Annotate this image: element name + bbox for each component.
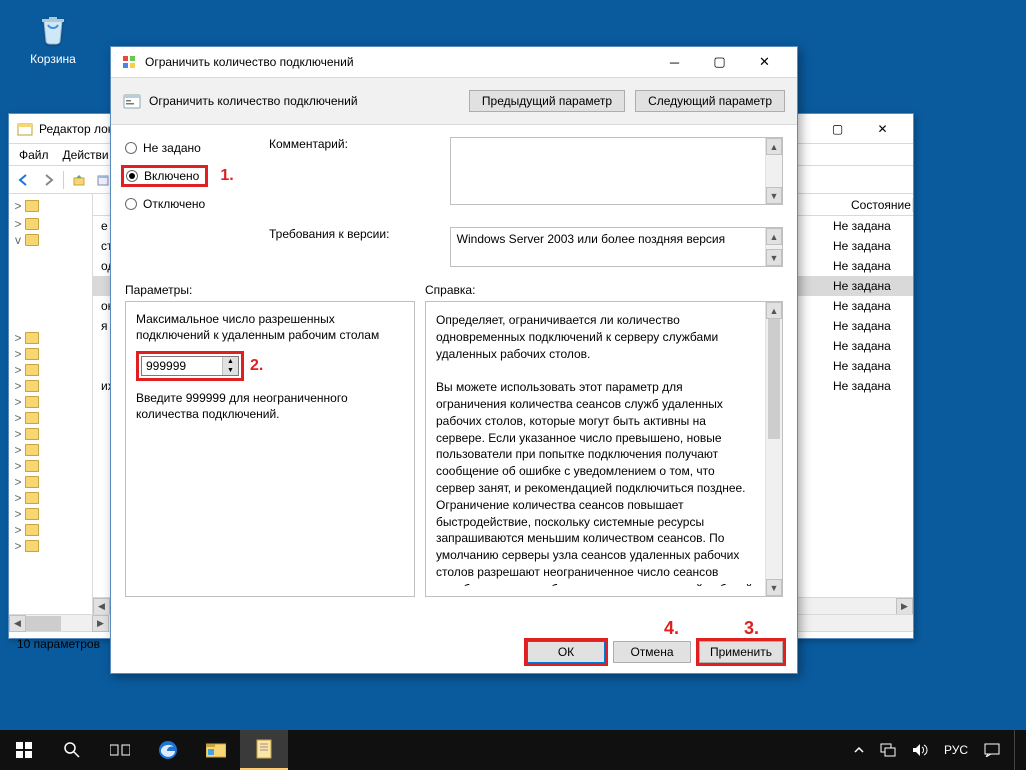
help-label: Справка:: [425, 283, 475, 297]
param-caption: Максимальное число разрешенных подключен…: [136, 312, 404, 343]
tree-scroll-right-button[interactable]: ▶: [92, 615, 109, 632]
tray-network-icon[interactable]: [872, 743, 904, 757]
taskbar-gpedit-icon[interactable]: [240, 730, 288, 770]
radio-disabled-label: Отключено: [143, 197, 205, 211]
scroll-down-button[interactable]: ▼: [766, 249, 782, 266]
tree-scroll-left-button[interactable]: ◀: [9, 615, 26, 632]
comment-textbox[interactable]: ▲▼: [450, 137, 783, 205]
nav-back-button[interactable]: [13, 169, 35, 191]
radio-not-configured[interactable]: Не задано: [125, 137, 255, 159]
status-text: 10 параметров: [17, 637, 100, 651]
next-setting-button[interactable]: Следующий параметр: [635, 90, 785, 112]
tray-chevron-icon[interactable]: [846, 745, 872, 755]
scroll-right-button[interactable]: ▶: [896, 598, 913, 615]
tray-language[interactable]: РУС: [936, 743, 976, 757]
dialog-minimize-button[interactable]: ─: [652, 48, 697, 76]
taskbar-edge-icon[interactable]: [144, 730, 192, 770]
param-hint: Введите 999999 для неограниченного колич…: [136, 391, 404, 422]
radio-icon: [125, 142, 137, 154]
annotation-1: 1.: [220, 167, 233, 185]
ok-button[interactable]: ОК: [527, 641, 605, 663]
spinner-down-button[interactable]: ▼: [223, 366, 238, 375]
col-state[interactable]: Состояние: [843, 198, 913, 212]
help-scroll-thumb[interactable]: [768, 319, 780, 439]
comment-label: Комментарий:: [269, 137, 436, 151]
taskbar-explorer-icon[interactable]: [192, 730, 240, 770]
close-button[interactable]: ✕: [860, 115, 905, 143]
annotation-3: 3.: [744, 618, 759, 639]
scroll-up-button[interactable]: ▲: [766, 138, 782, 155]
show-desktop-button[interactable]: [1014, 730, 1020, 770]
help-panel: Определяет, ограничивается ли количество…: [425, 301, 783, 597]
dialog-subtitle: Ограничить количество подключений: [149, 94, 358, 108]
menu-file[interactable]: Файл: [19, 148, 49, 162]
radio-enabled[interactable]: Включено: [121, 165, 208, 187]
search-button[interactable]: [48, 730, 96, 770]
spinner-up-button[interactable]: ▲: [223, 357, 238, 366]
requirements-textbox: Windows Server 2003 или более поздняя ве…: [450, 227, 783, 267]
recycle-bin-icon: [33, 8, 73, 48]
parameters-label: Параметры:: [125, 283, 425, 297]
scroll-left-button[interactable]: ◀: [93, 598, 110, 615]
task-view-button[interactable]: [96, 730, 144, 770]
radio-icon: [125, 198, 137, 210]
max-connections-spinner[interactable]: ▲▼: [141, 356, 239, 376]
apply-button[interactable]: Применить: [699, 641, 783, 663]
scroll-up-button[interactable]: ▲: [766, 228, 782, 245]
annotation-4: 4.: [664, 618, 679, 639]
taskbar: РУС: [0, 730, 1026, 770]
dialog-titlebar[interactable]: Ограничить количество подключений ─ ▢ ✕: [111, 47, 797, 77]
dialog-title: Ограничить количество подключений: [145, 55, 354, 69]
parameters-panel: Максимальное число разрешенных подключен…: [125, 301, 415, 597]
tray-volume-icon[interactable]: [904, 743, 936, 757]
menu-action[interactable]: Действи: [63, 148, 109, 162]
start-button[interactable]: [0, 730, 48, 770]
gpo-tree-pane[interactable]: > > v > > > > > > > > > > > > > >: [9, 194, 93, 614]
policy-icon: [123, 92, 141, 110]
tray-action-center-icon[interactable]: [976, 743, 1008, 757]
gpo-title: Редактор лок: [39, 122, 113, 136]
tree-scroll-thumb[interactable]: [26, 616, 61, 631]
nav-up-button[interactable]: [68, 169, 90, 191]
help-scroll-up-button[interactable]: ▲: [766, 302, 782, 319]
policy-dialog: Ограничить количество подключений ─ ▢ ✕ …: [110, 46, 798, 674]
gpo-app-icon: [17, 121, 33, 137]
previous-setting-button[interactable]: Предыдущий параметр: [469, 90, 625, 112]
requirements-value: Windows Server 2003 или более поздняя ве…: [457, 232, 776, 246]
radio-enabled-label: Включено: [144, 169, 199, 183]
radio-icon: [126, 170, 138, 182]
help-scroll-down-button[interactable]: ▼: [766, 579, 782, 596]
dialog-app-icon: [121, 54, 137, 70]
help-paragraph: Определяет, ограничивается ли количество…: [436, 312, 755, 362]
max-connections-input[interactable]: [142, 357, 222, 375]
nav-forward-button[interactable]: [37, 169, 59, 191]
radio-disabled[interactable]: Отключено: [125, 193, 255, 215]
radio-not-configured-label: Не задано: [143, 141, 201, 155]
help-paragraph: Вы можете использовать этот параметр для…: [436, 379, 755, 586]
dialog-maximize-button[interactable]: ▢: [697, 48, 742, 76]
requirements-label: Требования к версии:: [269, 227, 436, 263]
desktop-icon-recycle-bin[interactable]: Корзина: [18, 8, 88, 66]
recycle-bin-label: Корзина: [18, 52, 88, 66]
maximize-button[interactable]: ▢: [815, 115, 860, 143]
cancel-button[interactable]: Отмена: [613, 641, 691, 663]
scroll-down-button[interactable]: ▼: [766, 187, 782, 204]
dialog-close-button[interactable]: ✕: [742, 48, 787, 76]
annotation-2: 2.: [250, 357, 263, 375]
